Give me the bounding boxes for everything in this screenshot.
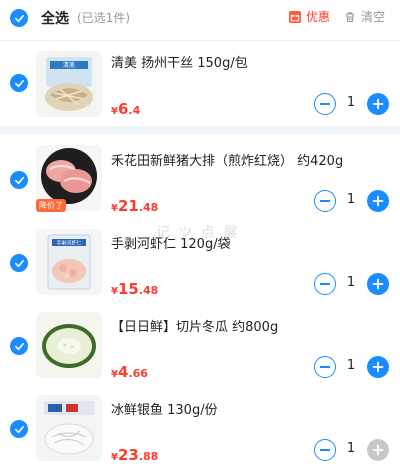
item-price: ¥6.4	[111, 100, 141, 118]
product-image[interactable]: 手剥河虾仁	[36, 229, 102, 295]
increase-button[interactable]	[367, 356, 389, 378]
item-price: ¥15.48	[111, 280, 159, 298]
promo-button[interactable]: 优惠	[289, 8, 330, 25]
cart-item: 【日日鲜】切片冬瓜 约800g ¥4.66 1	[0, 311, 400, 381]
item-title[interactable]: 【日日鲜】切片冬瓜 约800g	[111, 316, 278, 335]
minus-icon	[320, 200, 330, 202]
quantity-value: 1	[346, 275, 356, 290]
decrease-button[interactable]	[314, 273, 336, 295]
select-all-checkbox[interactable]	[10, 9, 28, 27]
check-icon	[14, 342, 24, 350]
check-icon	[14, 14, 24, 22]
product-image[interactable]: 清美	[36, 51, 102, 117]
quantity-stepper: 1	[314, 356, 390, 378]
clear-label: 清空	[361, 10, 386, 24]
increase-button[interactable]	[367, 93, 389, 115]
item-checkbox[interactable]	[10, 254, 28, 272]
cart-header: 全选 (已选1件) 优惠 清空	[0, 0, 400, 36]
item-checkbox[interactable]	[10, 171, 28, 189]
divider	[0, 40, 400, 41]
plus-icon	[372, 195, 384, 207]
gift-icon	[289, 10, 301, 23]
thumb-label-text: 手剥河虾仁	[56, 240, 81, 247]
selected-count: (已选1件)	[77, 11, 130, 25]
cart-item: 冰鲜银鱼 130g/份 ¥23.88 1	[0, 394, 400, 466]
minus-icon	[320, 449, 330, 451]
cart-item: 清美 清美 扬州干丝 150g/包 ¥6.4 1	[0, 48, 400, 120]
item-checkbox[interactable]	[10, 74, 28, 92]
item-price: ¥23.88	[111, 446, 159, 464]
plus-icon	[372, 361, 384, 373]
price-drop-badge: 降价了	[36, 199, 66, 212]
minus-icon	[320, 366, 330, 368]
plus-icon	[372, 444, 384, 456]
product-image[interactable]	[36, 312, 102, 378]
quantity-value: 1	[346, 358, 356, 373]
clear-button[interactable]: 清空	[344, 8, 385, 25]
quantity-stepper: 1	[314, 93, 390, 115]
plus-icon	[372, 98, 384, 110]
check-icon	[14, 176, 24, 184]
item-title[interactable]: 清美 扬州干丝 150g/包	[111, 52, 248, 71]
check-icon	[14, 425, 24, 433]
item-checkbox[interactable]	[10, 337, 28, 355]
quantity-value: 1	[346, 95, 356, 110]
section-divider	[0, 126, 400, 134]
minus-icon	[320, 103, 330, 105]
thumb-brand-text: 清美	[63, 61, 75, 69]
quantity-stepper: 1	[314, 190, 390, 212]
plus-icon	[372, 278, 384, 290]
product-image[interactable]	[36, 395, 102, 461]
item-price: ¥21.48	[111, 197, 159, 215]
decrease-button[interactable]	[314, 356, 336, 378]
decrease-button[interactable]	[314, 439, 336, 461]
cart-item: 降价了 禾花田新鲜猪大排（煎炸红烧） 约420g ¥21.48 1	[0, 145, 400, 215]
item-title[interactable]: 禾花田新鲜猪大排（煎炸红烧） 约420g	[111, 150, 343, 169]
quantity-stepper: 1	[314, 273, 390, 295]
check-icon	[14, 259, 24, 267]
increase-button[interactable]	[367, 273, 389, 295]
item-title[interactable]: 冰鲜银鱼 130g/份	[111, 399, 218, 418]
increase-button[interactable]	[367, 439, 389, 461]
select-all-label[interactable]: 全选	[41, 8, 69, 28]
increase-button[interactable]	[367, 190, 389, 212]
check-icon	[14, 79, 24, 87]
item-checkbox[interactable]	[10, 420, 28, 438]
trash-icon	[346, 11, 354, 22]
quantity-value: 1	[346, 192, 356, 207]
item-price: ¥4.66	[111, 363, 148, 381]
minus-icon	[320, 283, 330, 285]
watermark: 记 ツ 点 展	[156, 225, 240, 241]
promo-label: 优惠	[306, 10, 331, 24]
decrease-button[interactable]	[314, 93, 336, 115]
decrease-button[interactable]	[314, 190, 336, 212]
quantity-value: 1	[346, 441, 356, 456]
quantity-stepper: 1	[314, 439, 390, 461]
